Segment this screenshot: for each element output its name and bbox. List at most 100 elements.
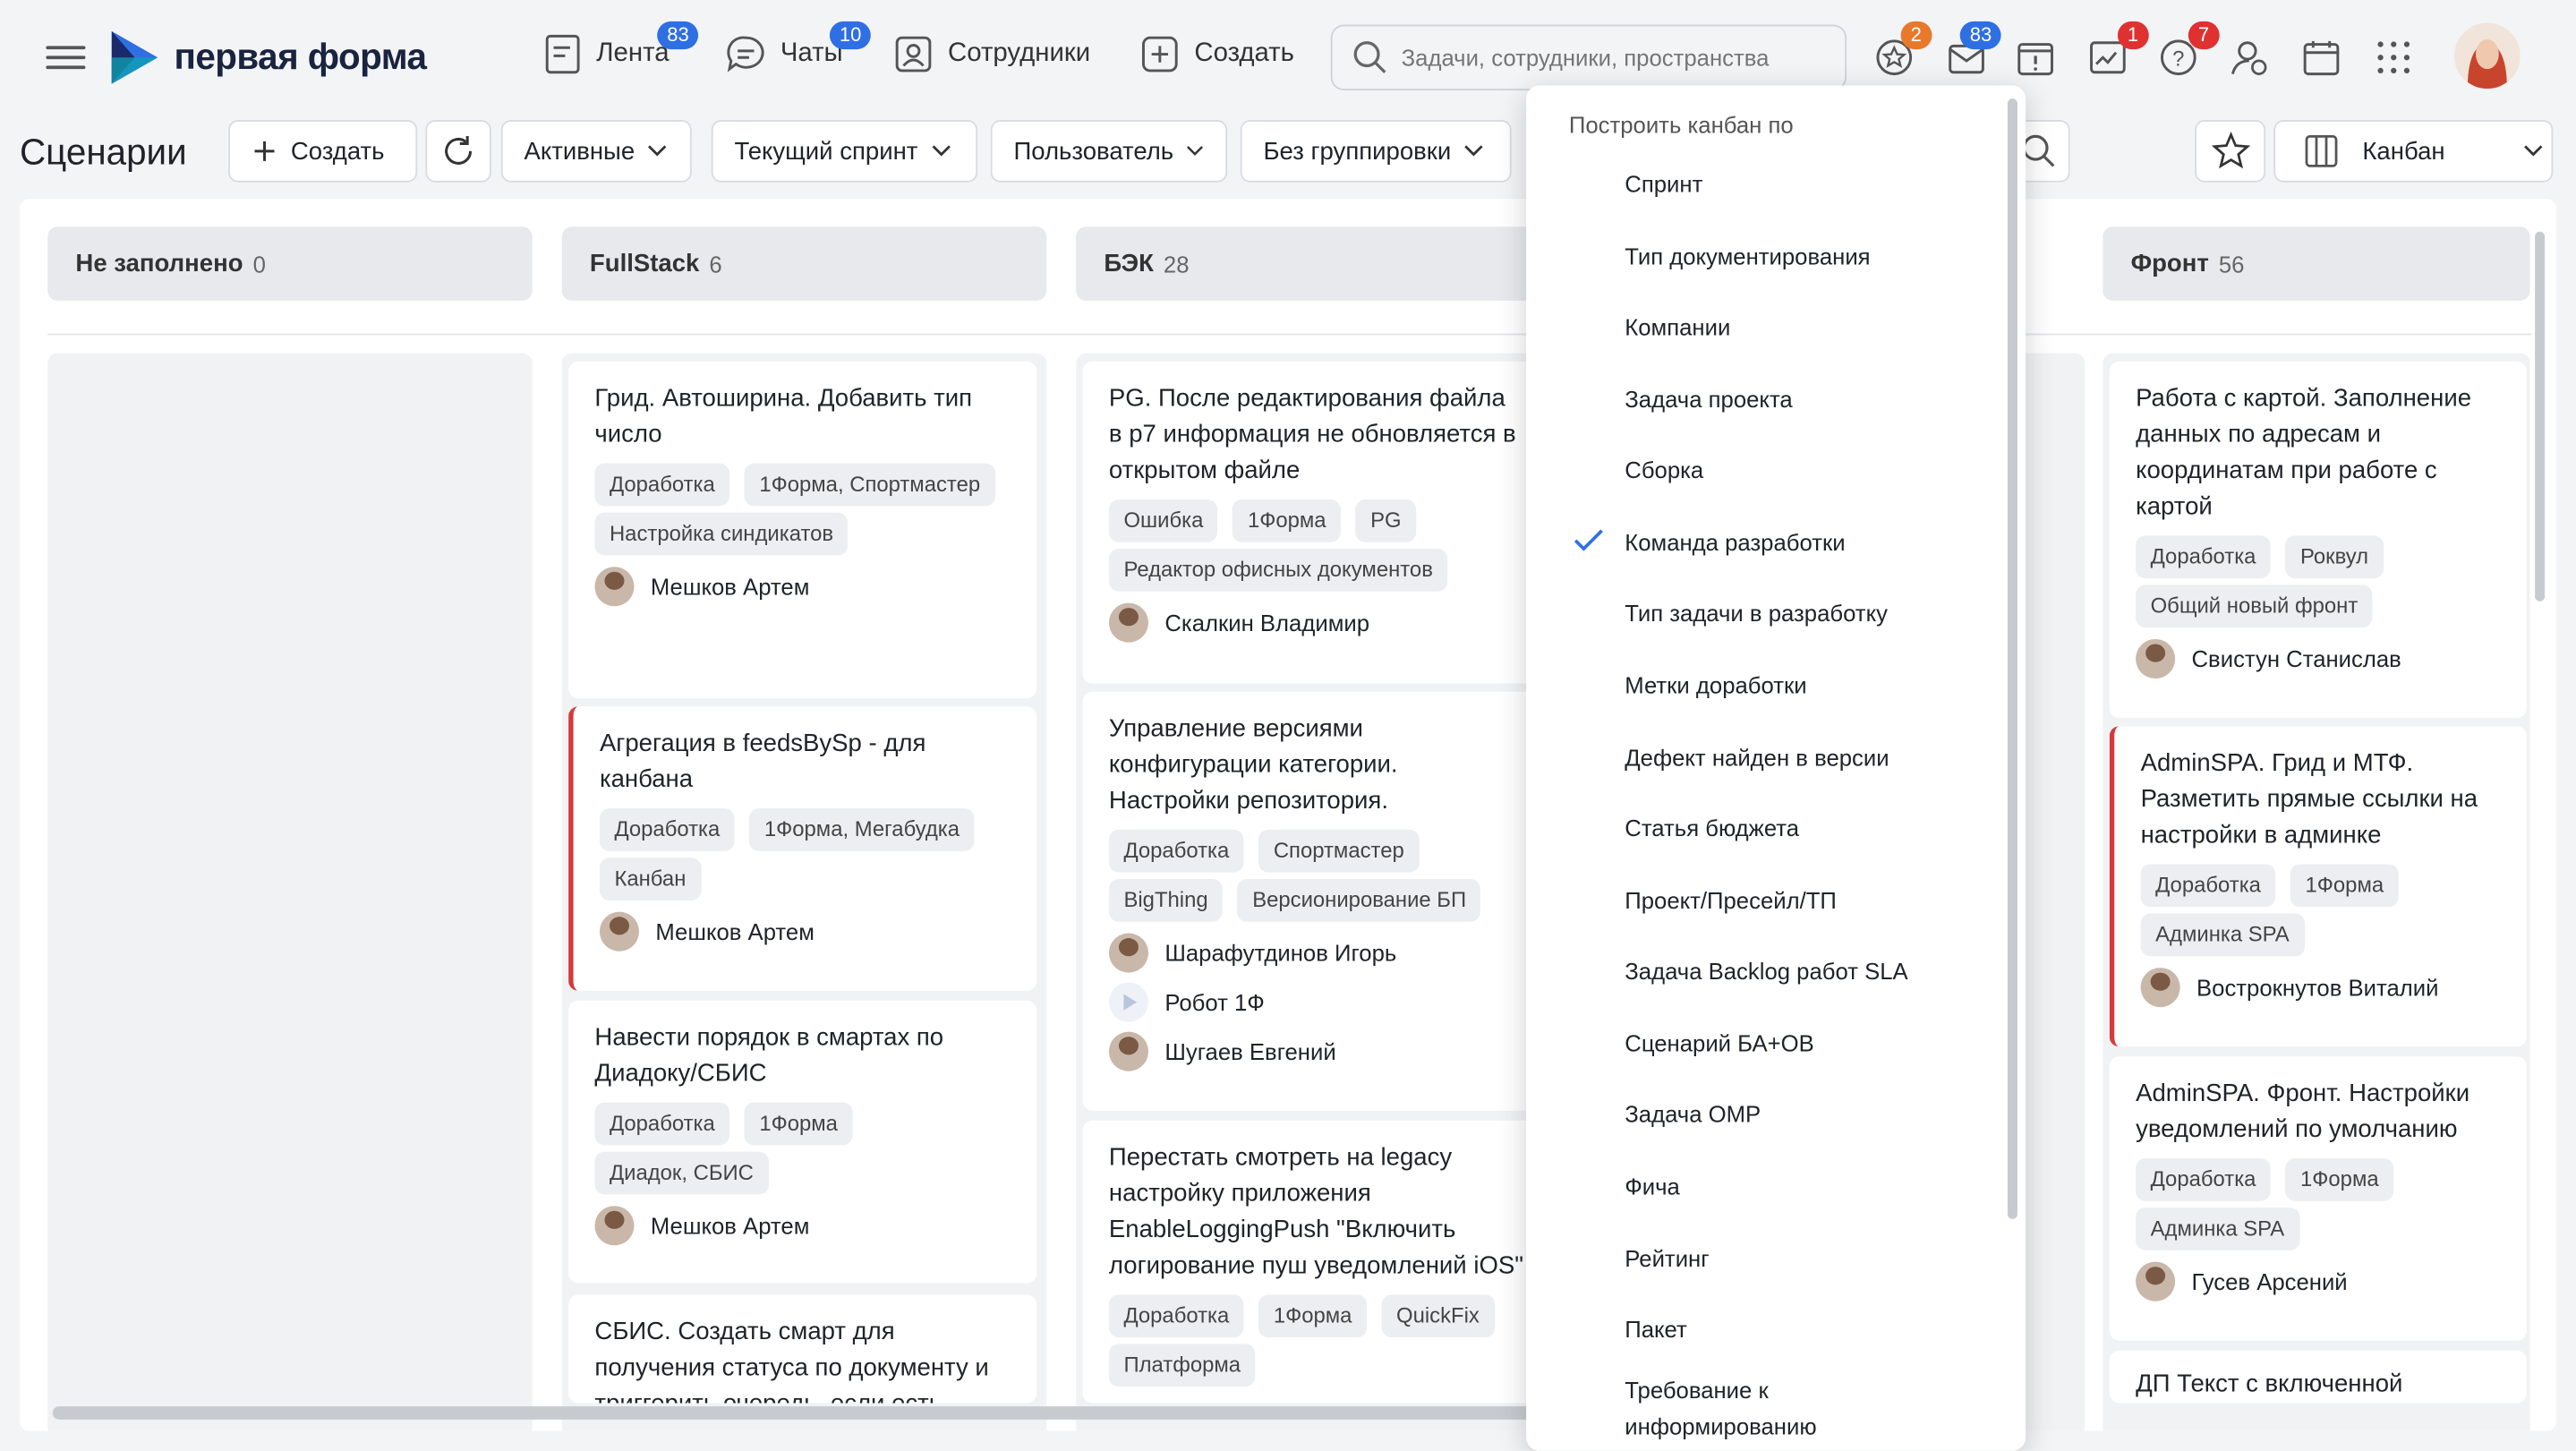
grouping-dropdown[interactable]: Без группировки (1240, 119, 1512, 183)
task-card[interactable]: ДП Текст с включенной (2109, 1350, 2527, 1404)
avatar (2136, 638, 2176, 679)
avatar (1108, 602, 1148, 643)
view-mode-dropdown[interactable]: Канбан (2273, 119, 2554, 183)
help-icon[interactable]: ? 7 (2157, 21, 2220, 79)
card-title: Грид. Автоширина. Добавить тип число (594, 384, 973, 449)
menu-item-label: Компании (1625, 313, 1731, 340)
menu-item[interactable]: Проект/Пресейл/ТП (1526, 871, 2000, 930)
star-icon (2210, 131, 2250, 169)
card-assignee[interactable]: Робот 1Ф (1108, 977, 1524, 1027)
card-assignee[interactable]: Мешков Артем (594, 562, 1010, 611)
menu-item[interactable]: Фича (1526, 1157, 2000, 1216)
card-assignee[interactable]: Свистун Станислав (2136, 634, 2500, 683)
nav-chats[interactable]: Чаты 10 (724, 21, 872, 76)
menu-item[interactable]: Метки доработки (1526, 655, 2000, 714)
user-avatar[interactable] (2454, 22, 2521, 90)
create-scenario-button[interactable]: Создать (228, 119, 418, 183)
task-card[interactable]: PG. После редактирования файла в р7 инфо… (1082, 361, 1551, 684)
menu-item[interactable]: Тип документирования (1526, 226, 2000, 286)
mail-icon[interactable]: 83 (1945, 21, 2002, 79)
menu-item[interactable]: Спринт (1526, 155, 2000, 214)
menu-item[interactable]: Задача проекта (1526, 370, 2000, 429)
menu-item-label: Дефект найден в версии (1625, 744, 1889, 771)
alert-icon[interactable] (2014, 36, 2057, 79)
menu-item[interactable]: Тип задачи в разработку (1526, 584, 2000, 643)
menu-item[interactable]: Компании (1526, 297, 2000, 356)
horizontal-scrollbar[interactable] (52, 1406, 1548, 1420)
nav-feed[interactable]: Лента 83 (544, 21, 699, 76)
card-assignee[interactable]: Шугаев Евгений (1108, 1027, 1524, 1076)
refresh-button[interactable] (425, 119, 491, 183)
employees-icon (895, 36, 932, 73)
menu-scrollbar[interactable] (2007, 98, 2017, 1219)
task-card[interactable]: AdminSPA. Фронт. Настройки уведомлений п… (2109, 1056, 2527, 1341)
assignee-name: Мешков Артем (650, 1212, 810, 1239)
robot-avatar-icon (1108, 982, 1148, 1022)
card-tag: Редактор офисных документов (1108, 549, 1448, 592)
menu-item[interactable]: Дефект найден в версии (1526, 728, 2000, 787)
reports-icon[interactable]: 1 (2086, 21, 2149, 79)
task-card[interactable]: Управление версиями конфигурации категор… (1082, 691, 1551, 1111)
task-card[interactable]: AdminSPA. Грид и МТФ. Разметить прямые с… (2109, 726, 2527, 1047)
chevron-down-icon (2524, 145, 2543, 157)
favorite-button[interactable] (2195, 119, 2266, 183)
column-header-front[interactable]: Фронт 56 (2103, 226, 2530, 301)
search-input[interactable] (1401, 44, 1829, 71)
nav-create-label: Создать (1194, 39, 1294, 68)
column-count: 6 (709, 250, 722, 277)
menu-item[interactable]: Рейтинг (1526, 1229, 2000, 1288)
task-card[interactable]: Навести порядок в смартах по Диадоку/СБИ… (568, 1000, 1037, 1284)
task-card[interactable]: Грид. Автоширина. Добавить тип число Дор… (568, 361, 1037, 699)
card-assignee[interactable]: Гусев Арсений (2136, 1257, 2500, 1306)
menu-item[interactable]: Требование к информированию (1526, 1372, 2000, 1445)
card-tag: Админка SPA (2140, 913, 2305, 957)
assignee-name: Мешков Артем (650, 573, 810, 600)
global-search[interactable] (1330, 24, 1847, 90)
menu-item-selected[interactable]: Команда разработки (1526, 513, 2000, 572)
card-assignee[interactable]: Шарафутдинов Игорь (1108, 928, 1524, 977)
task-card[interactable]: СБИС. Создать смарт для получения статус… (568, 1294, 1037, 1404)
calendar-icon[interactable] (2300, 36, 2343, 79)
card-assignee[interactable]: Мешков Артем (599, 907, 1011, 956)
menu-item-label: Метки доработки (1625, 671, 1807, 699)
card-tag: Доработка (2140, 864, 2276, 908)
filter-active-dropdown[interactable]: Активные (500, 119, 692, 183)
menu-item[interactable]: Статья бюджета (1526, 798, 2000, 858)
card-assignee[interactable]: Мешков Артем (594, 1201, 1010, 1250)
apps-grid-icon[interactable] (2372, 36, 2415, 79)
column-count: 56 (2218, 250, 2245, 277)
filter-user-dropdown[interactable]: Пользователь (990, 119, 1228, 183)
menu-item-label: Задача проекта (1625, 386, 1793, 413)
avatar (594, 1206, 635, 1246)
hamburger-menu-icon[interactable] (46, 39, 86, 75)
favorites-icon[interactable]: 2 (1872, 21, 1932, 79)
menu-item[interactable]: Сборка (1526, 440, 2000, 499)
column-header-back[interactable]: БЭК 28 (1076, 226, 1561, 301)
card-title: ДП Текст с включенной (2136, 1370, 2403, 1398)
nav-create[interactable]: Создать (1139, 33, 1294, 76)
task-card[interactable]: Перестать смотреть на legacy настройку п… (1082, 1120, 1551, 1404)
card-assignee[interactable]: Вострокнутов Виталий (2140, 963, 2501, 1012)
menu-item[interactable]: Задача ОМР (1526, 1084, 2000, 1143)
menu-item[interactable]: Пакет (1526, 1300, 2000, 1359)
task-card[interactable]: Агрегация в feedsBySp - для канбана Дора… (568, 706, 1037, 991)
filter-sprint-dropdown[interactable]: Текущий спринт (711, 119, 978, 183)
card-title: AdminSPA. Фронт. Настройки уведомлений п… (2136, 1079, 2470, 1144)
card-tag: Настройка синдикатов (594, 512, 849, 556)
card-tag: 1Форма, Мегабудка (749, 808, 975, 851)
user-settings-icon[interactable] (2228, 36, 2271, 79)
task-card[interactable]: Работа с картой. Заполнение данных по ад… (2109, 361, 2527, 719)
menu-item[interactable]: Задача Backlog работ SLA (1526, 942, 2000, 1001)
help-badge: 7 (2188, 21, 2220, 50)
feed-badge: 83 (657, 21, 699, 50)
menu-item[interactable]: Сценарий БА+ОВ (1526, 1013, 2000, 1072)
menu-item-label: Тип задачи в разработку (1625, 599, 1888, 627)
column-header-fullstack[interactable]: FullStack 6 (561, 226, 1047, 301)
card-assignee[interactable]: Скалкин Владимир (1108, 598, 1524, 647)
avatar (1108, 933, 1148, 973)
logo[interactable]: первая форма (108, 28, 427, 87)
menu-item-label: Задача Backlog работ SLA (1625, 958, 1908, 985)
vertical-scrollbar[interactable] (2535, 231, 2546, 602)
nav-employees[interactable]: Сотрудники (892, 33, 1090, 76)
column-header-unfilled[interactable]: Не заполнено 0 (47, 226, 533, 301)
